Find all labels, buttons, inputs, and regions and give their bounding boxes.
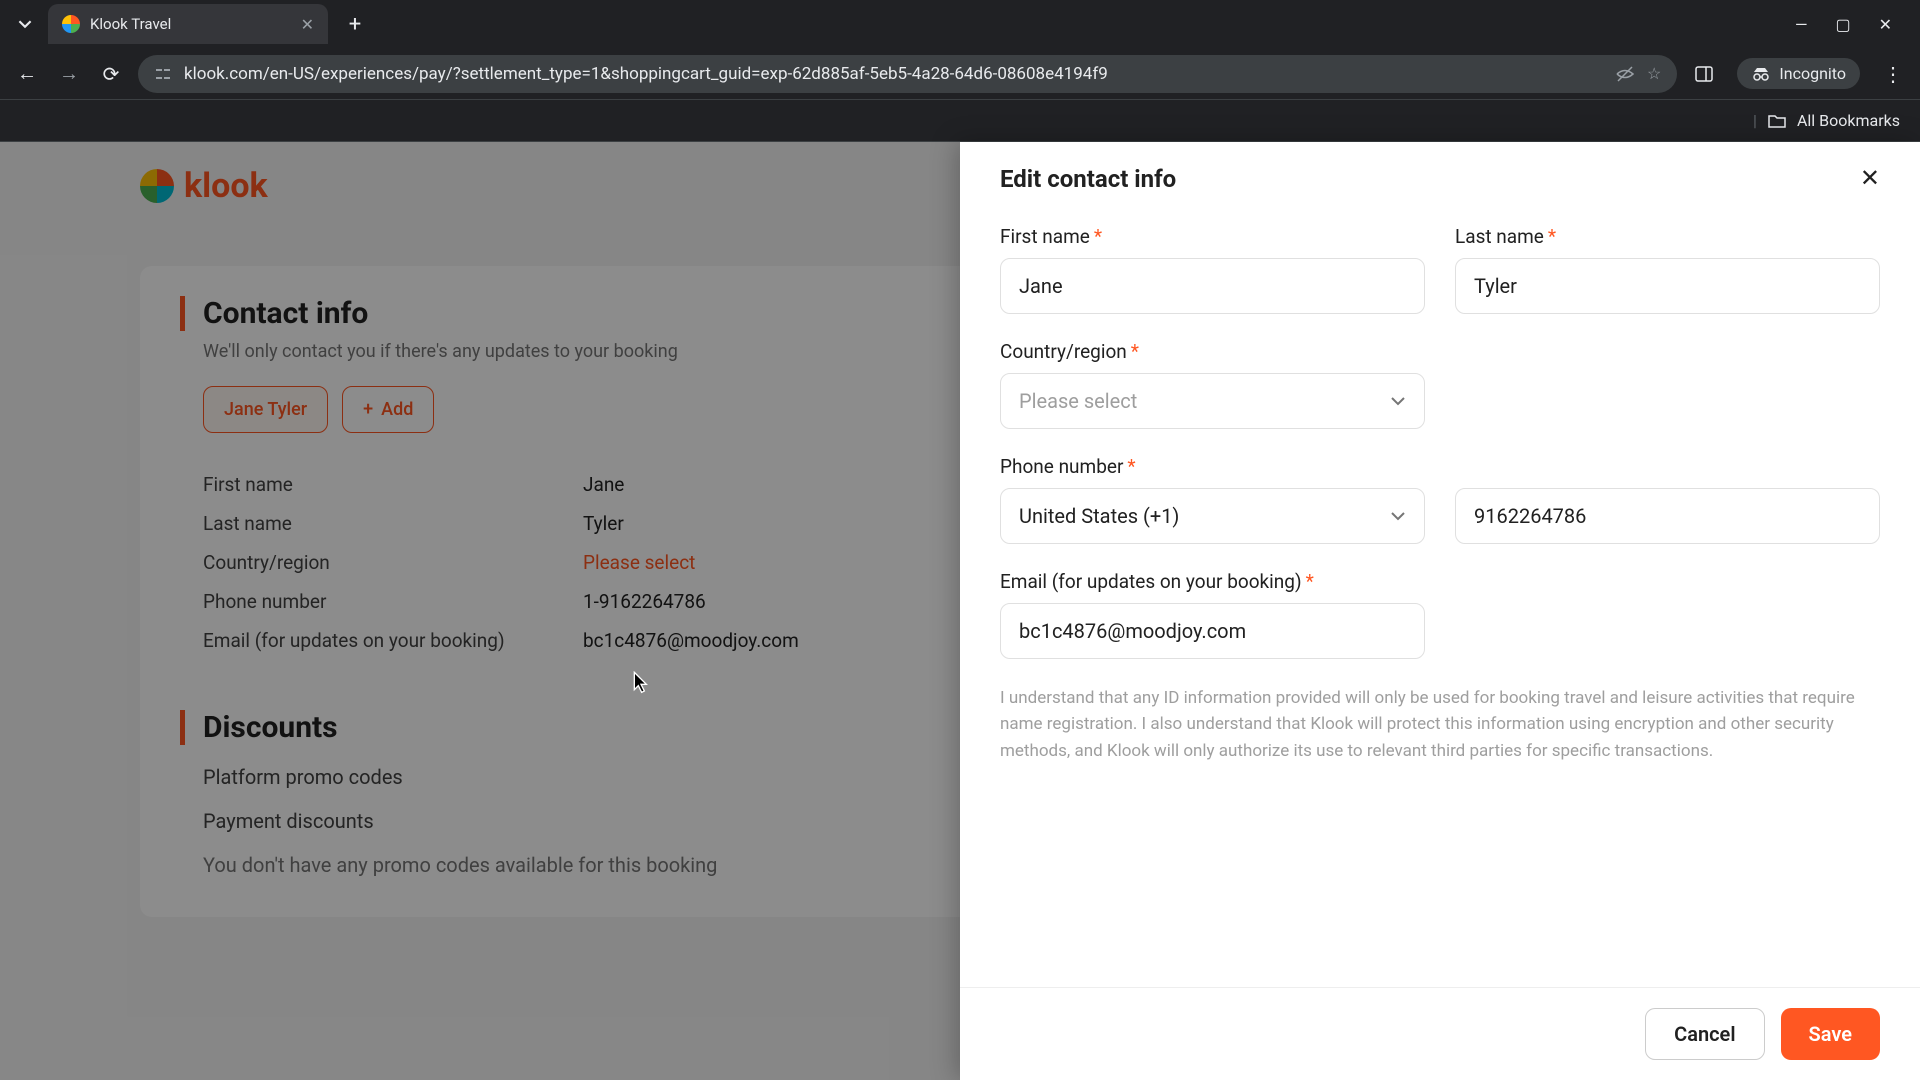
minimize-button[interactable]: —	[1795, 15, 1808, 34]
first-name-input[interactable]	[1000, 258, 1425, 314]
last-name-field-label: Last name*	[1455, 225, 1880, 248]
new-tab-button[interactable]: +	[338, 7, 372, 41]
phone-country-select[interactable]: United States (+1)	[1000, 488, 1425, 544]
edit-contact-panel: Edit contact info ✕ First name* Last nam…	[960, 142, 1920, 1080]
privacy-disclaimer: I understand that any ID information pro…	[1000, 685, 1880, 764]
chevron-down-icon	[1390, 511, 1406, 521]
window-controls: — ▢ ✕	[1795, 15, 1910, 34]
panel-title: Edit contact info	[1000, 165, 1176, 193]
browser-tab[interactable]: Klook Travel ✕	[48, 4, 328, 44]
country-select-value: Please select	[1019, 389, 1137, 413]
eye-off-icon[interactable]	[1615, 64, 1635, 84]
favicon-icon	[62, 15, 80, 33]
star-icon[interactable]: ☆	[1647, 64, 1661, 83]
folder-icon	[1767, 113, 1787, 129]
page-viewport: klook Contact info We'll only contact yo…	[0, 142, 1920, 1080]
all-bookmarks-link[interactable]: All Bookmarks	[1797, 111, 1900, 130]
phone-field-label: Phone number*	[1000, 455, 1880, 478]
site-settings-icon[interactable]	[154, 65, 172, 83]
browser-chrome: Klook Travel ✕ + — ▢ ✕ ← → ⟳ klook.com/e…	[0, 0, 1920, 142]
tab-search-button[interactable]	[10, 9, 40, 39]
maximize-button[interactable]: ▢	[1835, 15, 1850, 34]
email-input[interactable]	[1000, 603, 1425, 659]
chevron-down-icon	[1390, 396, 1406, 406]
phone-country-value: United States (+1)	[1019, 504, 1179, 528]
address-bar[interactable]: klook.com/en-US/experiences/pay/?settlem…	[138, 55, 1677, 93]
email-field-label: Email (for updates on your booking)*	[1000, 570, 1425, 593]
incognito-icon	[1751, 66, 1771, 82]
save-button[interactable]: Save	[1781, 1008, 1880, 1060]
tab-title: Klook Travel	[90, 15, 291, 33]
browser-menu-button[interactable]: ⋮	[1878, 59, 1908, 89]
side-panel-icon[interactable]	[1689, 59, 1719, 89]
reload-button[interactable]: ⟳	[96, 59, 126, 89]
forward-button[interactable]: →	[54, 59, 84, 89]
cancel-button[interactable]: Cancel	[1645, 1008, 1764, 1060]
url-text: klook.com/en-US/experiences/pay/?settlem…	[184, 64, 1603, 84]
country-select[interactable]: Please select	[1000, 373, 1425, 429]
phone-number-input[interactable]	[1455, 488, 1880, 544]
chevron-down-icon	[18, 17, 32, 31]
bookmarks-bar: | All Bookmarks	[0, 100, 1920, 142]
close-panel-button[interactable]: ✕	[1860, 164, 1880, 193]
browser-toolbar: ← → ⟳ klook.com/en-US/experiences/pay/?s…	[0, 48, 1920, 100]
back-button[interactable]: ←	[12, 59, 42, 89]
close-icon[interactable]: ✕	[301, 15, 314, 34]
last-name-input[interactable]	[1455, 258, 1880, 314]
first-name-field-label: First name*	[1000, 225, 1425, 248]
country-field-label: Country/region*	[1000, 340, 1425, 363]
tab-strip: Klook Travel ✕ + — ▢ ✕	[0, 0, 1920, 48]
incognito-label: Incognito	[1779, 64, 1846, 83]
incognito-indicator[interactable]: Incognito	[1737, 58, 1860, 89]
close-window-button[interactable]: ✕	[1879, 15, 1892, 34]
